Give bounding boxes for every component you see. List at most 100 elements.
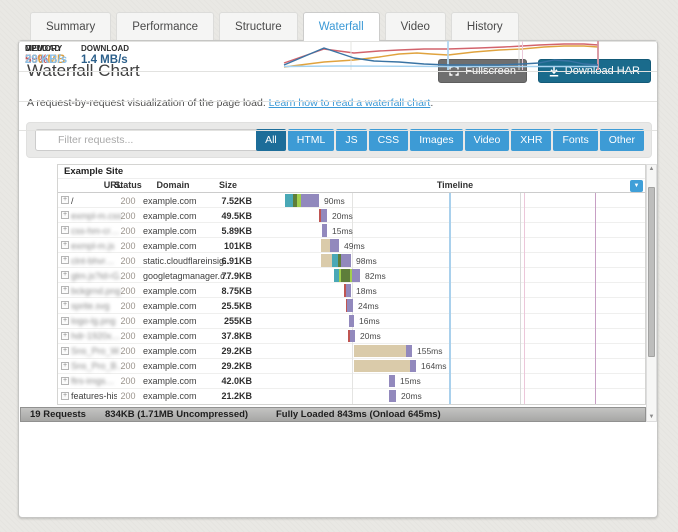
column-header-size[interactable]: Size: [203, 179, 253, 192]
filter-button-other[interactable]: Other: [599, 129, 644, 151]
column-header-domain[interactable]: Domain: [143, 179, 203, 192]
duration-label: 16ms: [359, 316, 380, 326]
timeline-bar[interactable]: [322, 224, 327, 237]
timeline-bar[interactable]: [354, 344, 412, 358]
tab-video[interactable]: Video: [384, 12, 446, 40]
load-times: Fully Loaded 843ms (Onload 645ms): [276, 409, 441, 420]
segment-waiting: [322, 224, 327, 237]
expand-icon[interactable]: +: [61, 196, 69, 204]
segment-waiting: [347, 299, 353, 312]
timeline-bar[interactable]: [346, 299, 353, 312]
expand-icon[interactable]: +: [61, 256, 69, 265]
timeline-bar[interactable]: [348, 329, 355, 343]
request-row[interactable]: + logo-lg.png 200 example.com 255KB 16ms: [58, 314, 645, 329]
segment-waiting: [346, 284, 351, 297]
expand-icon[interactable]: +: [61, 241, 69, 250]
duration-label: 49ms: [344, 240, 365, 251]
filter-button-js[interactable]: JS: [336, 129, 367, 151]
filter-button-video[interactable]: Video: [464, 129, 510, 151]
segment-waiting: [330, 239, 339, 252]
tab-waterfall[interactable]: Waterfall: [302, 12, 380, 41]
timeline-bar[interactable]: [389, 374, 395, 388]
timeline-bar[interactable]: [344, 284, 351, 297]
timeline-bar[interactable]: [321, 239, 339, 252]
expand-icon[interactable]: +: [61, 286, 69, 295]
scrollbar-thumb[interactable]: [648, 187, 655, 357]
timeline-bar[interactable]: [334, 269, 360, 282]
expand-icon[interactable]: +: [61, 391, 69, 400]
segment-waiting: [389, 389, 396, 403]
filter-button-all[interactable]: All: [256, 129, 286, 151]
duration-label: 15ms: [332, 225, 353, 236]
expand-icon[interactable]: +: [61, 316, 69, 325]
segment-blocking: [321, 239, 330, 252]
expand-icon[interactable]: +: [61, 301, 69, 310]
size-cell: 255KB: [223, 316, 252, 326]
table-scrollbar[interactable]: ▲ ▼: [646, 164, 657, 422]
expand-icon[interactable]: +: [61, 361, 69, 370]
table-header-row: URL Status Domain Size Timeline ▼: [58, 179, 645, 193]
expand-icon[interactable]: +: [61, 376, 69, 385]
request-count: 19 Requests: [30, 409, 86, 420]
size-cell: 37.8KB: [221, 331, 252, 342]
scroll-down-icon[interactable]: ▼: [647, 414, 656, 420]
filter-button-xhr[interactable]: XHR: [511, 129, 552, 151]
size-cell: 49.5KB: [221, 210, 252, 221]
segment-dns: [285, 194, 293, 207]
timeline-bar[interactable]: [349, 314, 354, 327]
tab-bar: Summary Performance Structure Waterfall Vide…: [30, 12, 519, 41]
size-cell: 7.52KB: [221, 195, 252, 206]
timeline-bar[interactable]: [389, 389, 396, 403]
duration-label: 98ms: [356, 255, 377, 266]
size-cell: 29.2KB: [221, 346, 252, 357]
duration-label: 20ms: [360, 331, 381, 342]
duration-label: 24ms: [358, 300, 379, 311]
filter-button-css[interactable]: CSS: [368, 129, 409, 151]
duration-label: 20ms: [332, 210, 353, 221]
timeline-marker-line: [449, 193, 451, 404]
metric-label: UPLOAD: [25, 44, 61, 53]
request-row[interactable]: + hdr-1920x… 200 example.com 37.8KB 20ms: [58, 329, 645, 344]
column-header-timeline[interactable]: Timeline: [358, 179, 552, 192]
filter-button-images[interactable]: Images: [410, 129, 463, 151]
table-footer: 19 Requests 834KB (1.71MB Uncompressed) …: [20, 407, 646, 422]
expand-icon[interactable]: +: [61, 331, 69, 340]
segment-waiting: [350, 329, 355, 343]
tab-structure[interactable]: Structure: [219, 12, 298, 40]
segment-waiting: [349, 314, 354, 327]
size-cell: 25.5KB: [221, 300, 252, 311]
tab-performance[interactable]: Performance: [116, 12, 215, 40]
metric-label: DOWNLOAD: [81, 44, 129, 53]
size-cell: 29.2KB: [221, 361, 252, 372]
filter-button-fonts[interactable]: Fonts: [553, 129, 598, 151]
expand-icon[interactable]: +: [61, 226, 69, 235]
size-cell: 77.9KB: [221, 270, 252, 281]
size-cell: 6.91KB: [221, 255, 252, 266]
timeline-marker-line: [523, 193, 525, 404]
expand-icon[interactable]: +: [61, 271, 69, 280]
filter-button-html[interactable]: HTML: [287, 129, 335, 151]
timeline-bar[interactable]: [319, 209, 327, 222]
size-cell: 21.2KB: [221, 391, 252, 402]
request-row[interactable]: + sprite.svg 200 example.com 25.5KB 24ms: [58, 298, 645, 314]
size-cell: 42.0KB: [221, 376, 252, 387]
duration-label: 18ms: [356, 285, 377, 296]
segment-waiting: [321, 209, 327, 222]
size-cell: 101KB: [223, 240, 252, 251]
filter-requests-input[interactable]: [35, 129, 263, 151]
metric-value: 28 KB/s: [25, 54, 68, 66]
segment-blocking: [354, 359, 410, 373]
request-row[interactable]: + gtm.js?id=G… 200 googletagmanager.c… 77.9K…: [58, 268, 645, 284]
expand-icon[interactable]: +: [61, 211, 69, 220]
waterfall-table: Example Site URL Status Domain Size Time…: [57, 164, 646, 405]
timeline-options-dropdown[interactable]: ▼: [630, 180, 643, 192]
size-cell: 5.89KB: [221, 225, 252, 236]
timeline-bar[interactable]: [321, 254, 351, 267]
tab-summary[interactable]: Summary: [30, 12, 112, 40]
tab-history[interactable]: History: [450, 12, 519, 40]
timeline-bar[interactable]: [354, 359, 416, 373]
timeline-bar[interactable]: [285, 194, 319, 207]
scroll-up-icon[interactable]: ▲: [647, 166, 656, 172]
segment-waiting: [301, 194, 319, 207]
expand-icon[interactable]: +: [61, 346, 69, 355]
